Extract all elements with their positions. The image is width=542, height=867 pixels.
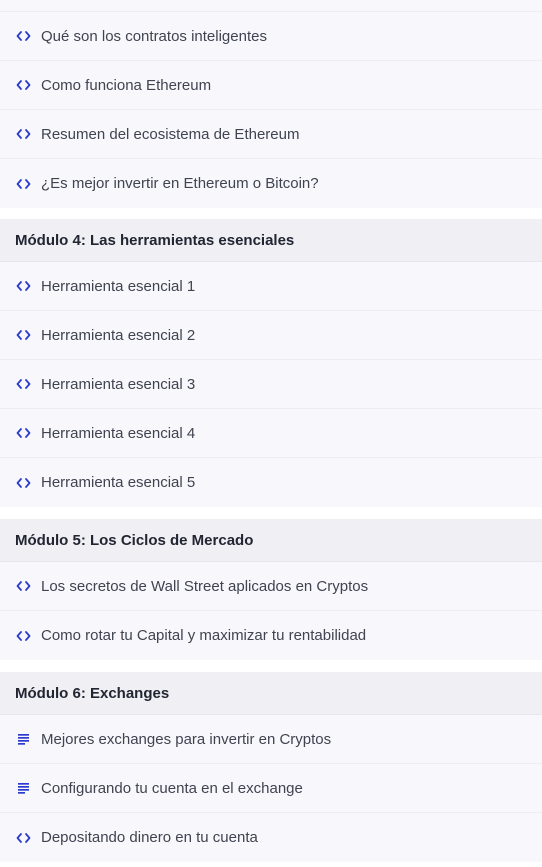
lesson-title: Herramienta esencial 2 bbox=[41, 326, 196, 344]
module-title: Módulo 6: Exchanges bbox=[15, 684, 170, 702]
lesson-title: Herramienta esencial 4 bbox=[41, 424, 196, 442]
text-lines-icon bbox=[16, 781, 31, 795]
code-icon bbox=[16, 78, 31, 92]
module-title: Módulo 4: Las herramientas esenciales bbox=[15, 231, 295, 249]
lesson-title: Configurando tu cuenta en el exchange bbox=[41, 779, 303, 797]
module-header[interactable]: Módulo 5: Los Ciclos de Mercado bbox=[0, 519, 542, 562]
lesson-item[interactable]: ¿Es mejor invertir en Ethereum o Bitcoin… bbox=[0, 159, 542, 208]
module-section: Módulo 6: Exchanges Mejores exchanges pa… bbox=[0, 672, 542, 862]
lesson-item[interactable]: Los secretos de Wall Street aplicados en… bbox=[0, 562, 542, 611]
code-icon bbox=[16, 279, 31, 293]
lesson-title: Como rotar tu Capital y maximizar tu ren… bbox=[41, 627, 367, 644]
lesson-item[interactable]: Herramienta esencial 4 bbox=[0, 409, 542, 458]
lesson-item[interactable]: Resumen del ecosistema de Ethereum bbox=[0, 110, 542, 159]
module-section: Módulo 5: Los Ciclos de Mercado Los secr… bbox=[0, 519, 542, 660]
module-section: Módulo 4: Las herramientas esenciales He… bbox=[0, 219, 542, 507]
code-icon bbox=[16, 377, 31, 391]
lesson-item[interactable]: Configurando tu cuenta en el exchange bbox=[0, 764, 542, 813]
lesson-item[interactable]: Mejores exchanges para invertir en Crypt… bbox=[0, 715, 542, 764]
module-header[interactable]: Módulo 6: Exchanges bbox=[0, 672, 542, 715]
code-icon bbox=[16, 29, 31, 43]
code-icon bbox=[16, 328, 31, 342]
lesson-item[interactable]: Depositando dinero en tu cuenta bbox=[0, 813, 542, 862]
previous-lesson-edge bbox=[0, 0, 542, 12]
lesson-item[interactable]: Herramienta esencial 5 bbox=[0, 458, 542, 507]
code-icon bbox=[16, 831, 31, 845]
code-icon bbox=[16, 579, 31, 593]
lesson-title: Los secretos de Wall Street aplicados en… bbox=[41, 577, 369, 595]
course-curriculum: Qué son los contratos inteligentes Como … bbox=[0, 0, 542, 867]
lesson-item[interactable]: Qué son los contratos inteligentes bbox=[0, 12, 542, 61]
lesson-title: Depositando dinero en tu cuenta bbox=[41, 829, 258, 846]
lesson-title: Resumen del ecosistema de Ethereum bbox=[41, 125, 300, 143]
lesson-title: Herramienta esencial 3 bbox=[41, 375, 196, 393]
lesson-title: Mejores exchanges para invertir en Crypt… bbox=[41, 730, 332, 748]
module-header[interactable]: Módulo 4: Las herramientas esenciales bbox=[0, 219, 542, 262]
lesson-title: Herramienta esencial 5 bbox=[41, 474, 196, 491]
lesson-item[interactable]: Herramienta esencial 3 bbox=[0, 360, 542, 409]
lesson-title: Herramienta esencial 1 bbox=[41, 277, 196, 295]
lesson-item[interactable]: Como rotar tu Capital y maximizar tu ren… bbox=[0, 611, 542, 660]
code-icon bbox=[16, 629, 31, 643]
lesson-title: Como funciona Ethereum bbox=[41, 76, 212, 94]
text-lines-icon bbox=[16, 732, 31, 746]
lesson-title: ¿Es mejor invertir en Ethereum o Bitcoin… bbox=[41, 175, 319, 192]
lesson-title: Qué son los contratos inteligentes bbox=[41, 27, 267, 45]
lesson-item[interactable]: Como funciona Ethereum bbox=[0, 61, 542, 110]
module-title: Módulo 5: Los Ciclos de Mercado bbox=[15, 531, 254, 549]
lesson-group: Qué son los contratos inteligentes Como … bbox=[0, 12, 542, 208]
lesson-item[interactable]: Herramienta esencial 2 bbox=[0, 311, 542, 360]
code-icon bbox=[16, 127, 31, 141]
code-icon bbox=[16, 476, 31, 490]
lesson-item[interactable]: Herramienta esencial 1 bbox=[0, 262, 542, 311]
code-icon bbox=[16, 426, 31, 440]
code-icon bbox=[16, 177, 31, 191]
